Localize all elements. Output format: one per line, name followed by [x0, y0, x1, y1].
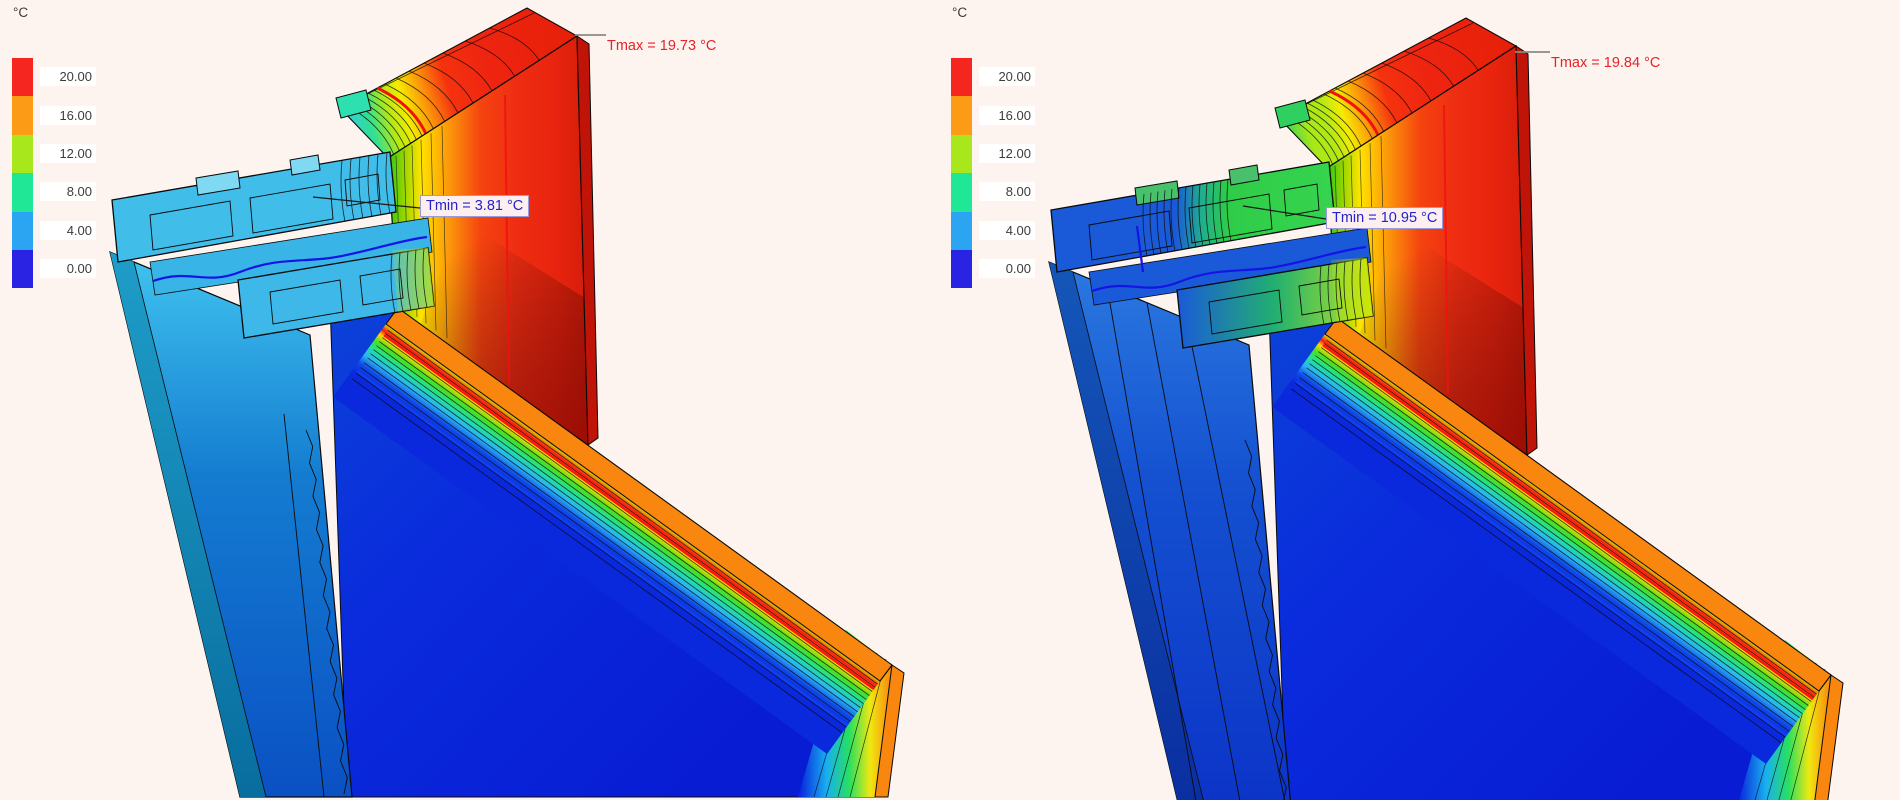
color-scale-segment [12, 134, 33, 174]
color-scale-value: 0.00 [979, 259, 1035, 279]
color-scale-segment [951, 58, 972, 97]
color-scale-value: 12.00 [40, 144, 96, 163]
color-scale-segment [951, 211, 972, 250]
temperature-color-scale: 20.00 16.00 12.00 8.00 4.00 0.00 [951, 58, 1081, 289]
color-scale-value: 12.00 [979, 144, 1035, 163]
color-scale-value: 4.00 [979, 220, 1035, 240]
color-scale-segment [951, 173, 972, 212]
tmin-annotation: Tmin = 3.81 °C [420, 195, 530, 217]
color-scale-segment [12, 173, 33, 212]
tmax-annotation: Tmax = 19.84 °C [1551, 55, 1661, 71]
simulation-panel-right: °C 20.00 16.00 12.00 8.00 4.00 0.00 Tmax = 19… [939, 0, 1900, 800]
tmax-annotation: Tmax = 19.73 °C [607, 38, 717, 54]
color-scale-value: 0.00 [40, 259, 96, 279]
color-scale-value: 20.00 [979, 67, 1035, 87]
color-scale-segment [951, 134, 972, 174]
color-scale-value: 16.00 [40, 105, 96, 125]
thermal-scene-right [1048, 17, 1844, 800]
color-scale-value: 4.00 [40, 220, 96, 240]
color-scale-segment [12, 58, 33, 97]
scene-root [1048, 17, 1844, 800]
color-scale-value: 20.00 [40, 67, 96, 87]
legend-unit-label: °C [952, 5, 968, 20]
color-scale-value: 8.00 [40, 182, 96, 202]
color-scale-segment [951, 96, 972, 135]
color-scale-segment [12, 211, 33, 250]
tmin-annotation: Tmin = 10.95 °C [1326, 207, 1444, 229]
color-scale-segment [951, 249, 972, 289]
legend-unit-label: °C [13, 5, 29, 20]
temperature-color-scale: 20.00 16.00 12.00 8.00 4.00 0.00 [12, 58, 142, 289]
color-scale-value: 8.00 [979, 182, 1035, 202]
scene-root [109, 7, 905, 798]
simulation-panel-left: °C 20.00 16.00 12.00 8.00 4.00 0.00 Tmax = 19… [0, 0, 950, 800]
color-scale-value: 16.00 [979, 105, 1035, 125]
color-scale-segment [12, 249, 33, 289]
color-scale-segment [12, 96, 33, 135]
sash-warm-edge [392, 248, 434, 312]
thermal-comparison-stage: °C 20.00 16.00 12.00 8.00 4.00 0.00 Tmax = 19… [0, 0, 1900, 800]
thermal-scene-left [109, 7, 905, 798]
